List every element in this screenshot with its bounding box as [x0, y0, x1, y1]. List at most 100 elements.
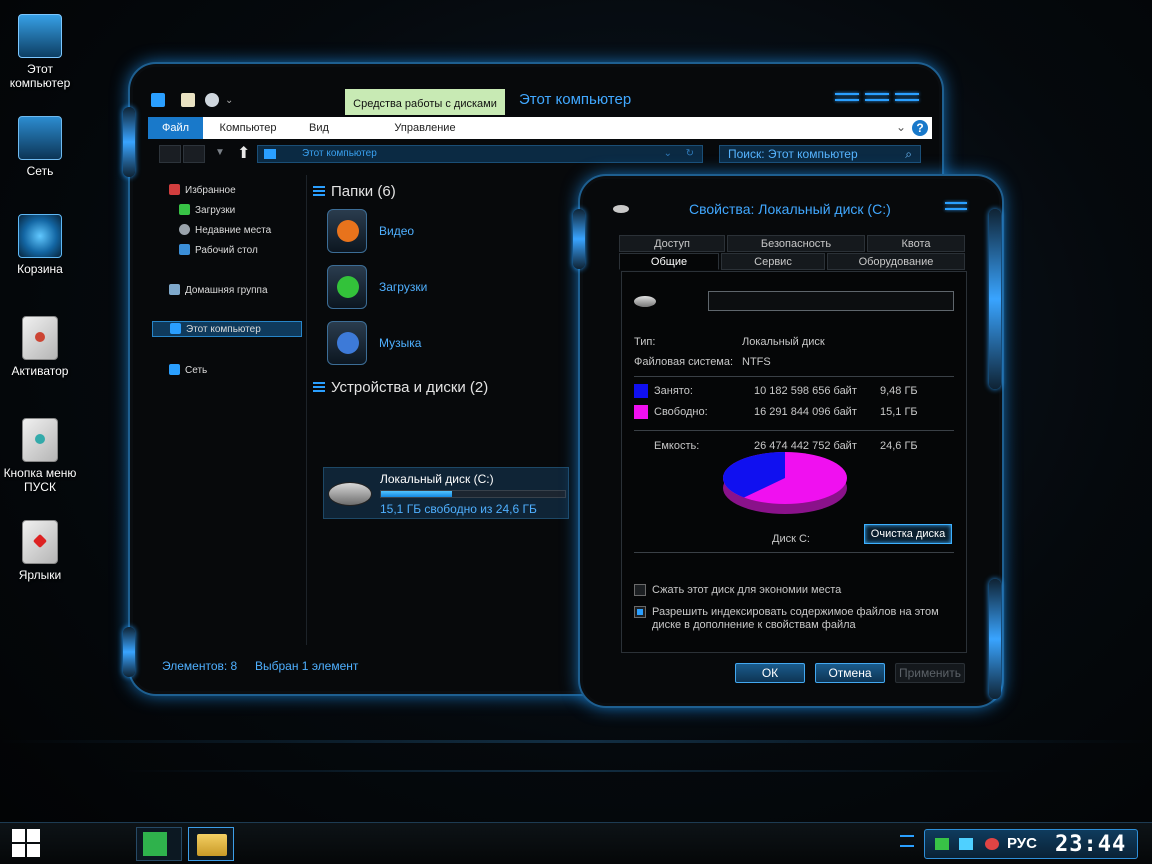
frame-decoration — [989, 209, 1001, 389]
group-header-folders[interactable]: Папки (6) — [313, 183, 396, 200]
status-item-count: Элементов: 8 — [162, 659, 238, 673]
desktop-icon-label: Этот компьютер — [9, 62, 71, 90]
network-icon[interactable] — [959, 838, 973, 850]
chevron-down-icon[interactable]: ⌄ — [896, 120, 906, 134]
tab-view[interactable]: Вид — [294, 117, 344, 139]
language-indicator[interactable]: РУС — [1007, 835, 1037, 852]
folder-label: Музыка — [379, 336, 422, 350]
tab-quota[interactable]: Квота — [867, 235, 965, 252]
address-bar[interactable]: Этот компьютер ⌄ ↻ — [257, 145, 703, 163]
chevron-down-icon[interactable]: ▼ — [215, 147, 225, 158]
desktop-icon-start-button[interactable]: Кнопка меню ПУСК — [2, 418, 78, 494]
nav-label: Сеть — [185, 365, 208, 376]
folder-item[interactable]: Музыка — [327, 321, 567, 369]
tab-hardware[interactable]: Оборудование — [827, 253, 965, 270]
folder-badge — [337, 276, 359, 298]
drive-item[interactable]: Локальный диск (C:) 15,1 ГБ свободно из … — [323, 467, 569, 519]
group-header-devices[interactable]: Устройства и диски (2) — [313, 379, 488, 396]
maximize-button[interactable] — [863, 89, 891, 105]
folder-item[interactable]: Загрузки — [327, 265, 567, 313]
taskbar-file-explorer[interactable] — [188, 827, 234, 861]
back-button[interactable] — [159, 145, 181, 163]
minimize-button[interactable] — [833, 89, 861, 105]
up-arrow-icon[interactable]: ⬆ — [237, 143, 250, 163]
downloads-folder-icon — [327, 265, 367, 309]
nav-label: Рабочий стол — [195, 245, 258, 256]
nav-item-homegroup[interactable]: Домашняя группа — [169, 283, 268, 299]
window-title: Этот компьютер — [519, 91, 632, 108]
windows-logo-icon — [27, 829, 40, 842]
document-icon — [22, 316, 58, 360]
tab-general[interactable]: Общие — [619, 253, 719, 270]
nav-item-network[interactable]: Сеть — [169, 363, 207, 379]
collapse-icon — [313, 382, 325, 392]
refresh-icon[interactable]: ↻ — [686, 146, 694, 162]
used-label: Занято: — [654, 385, 693, 397]
drive-icon[interactable] — [151, 93, 165, 107]
disk-cleanup-button[interactable]: Очистка диска — [864, 524, 952, 544]
cancel-button[interactable]: Отмена — [815, 663, 885, 683]
drive-usage-fill — [381, 491, 452, 497]
close-button[interactable] — [943, 199, 969, 213]
compress-checkbox[interactable] — [634, 584, 646, 596]
desktop-icon-recycle-bin[interactable]: Корзина — [2, 214, 78, 276]
desktop-icon-label: Активатор — [11, 364, 69, 378]
filesystem-label: Файловая система: — [634, 356, 734, 368]
disk-label: Диск C: — [772, 533, 810, 545]
hard-drive-icon — [328, 482, 372, 506]
folder-label: Загрузки — [379, 280, 428, 294]
nav-item-downloads[interactable]: Загрузки — [179, 203, 235, 219]
search-icon[interactable]: ⌕ — [905, 146, 912, 162]
desktop-icon-this-pc[interactable]: Этот компьютер — [2, 14, 78, 90]
chevron-down-icon[interactable]: ⌄ — [225, 95, 239, 109]
tab-security[interactable]: Безопасность — [727, 235, 865, 252]
properties-icon[interactable] — [181, 93, 195, 107]
help-button[interactable]: ? — [912, 120, 928, 136]
gear-icon[interactable] — [205, 93, 219, 107]
desktop-icon-activator[interactable]: Активатор — [2, 316, 78, 378]
general-tab-panel: Тип: Локальный диск Файловая система: NT… — [621, 271, 967, 653]
background-decoration — [0, 740, 1152, 743]
clock[interactable]: 23:44 — [1055, 832, 1126, 857]
folder-item[interactable]: Видео — [327, 209, 567, 257]
taskbar-store[interactable] — [136, 827, 182, 861]
nav-item-recent[interactable]: Недавние места — [179, 223, 271, 239]
start-button[interactable] — [12, 829, 40, 857]
desktop-icon-network[interactable]: Сеть — [2, 116, 78, 178]
ribbon: Файл Компьютер Вид Управление ⌄ ? — [148, 117, 932, 139]
windows-logo-icon — [12, 829, 25, 842]
forward-button[interactable] — [183, 145, 205, 163]
taskbar: РУС 23:44 — [0, 822, 1152, 864]
close-button[interactable] — [893, 89, 921, 105]
drive-name-field[interactable] — [708, 291, 954, 311]
nav-item-desktop[interactable]: Рабочий стол — [179, 243, 258, 259]
group-header-label: Папки (6) — [331, 183, 396, 200]
used-gb: 9,48 ГБ — [880, 385, 918, 397]
show-hidden-icons-button[interactable] — [900, 835, 914, 847]
tab-access[interactable]: Доступ — [619, 235, 725, 252]
tab-manage[interactable]: Управление — [345, 117, 505, 139]
index-checkbox[interactable] — [634, 606, 646, 618]
status-selection: Выбран 1 элемент — [255, 659, 359, 673]
divider — [634, 430, 954, 431]
tab-computer[interactable]: Компьютер — [206, 117, 290, 139]
tab-tools[interactable]: Сервис — [721, 253, 825, 270]
frame-decoration — [123, 627, 135, 677]
properties-dialog: Свойства: Локальный диск (C:) Доступ Без… — [573, 176, 1002, 706]
flag-icon[interactable] — [935, 838, 949, 850]
tab-file[interactable]: Файл — [148, 117, 203, 139]
music-folder-icon — [327, 321, 367, 365]
apply-button[interactable]: Применить — [895, 663, 965, 683]
desktop-icon-shortcuts[interactable]: Ярлыки — [2, 520, 78, 582]
tab-row-front: Общие Сервис Оборудование — [619, 253, 965, 270]
search-input[interactable]: Поиск: Этот компьютер ⌕ — [719, 145, 921, 163]
free-space-swatch — [634, 405, 648, 419]
hard-drive-icon — [634, 296, 656, 307]
volume-icon[interactable] — [985, 838, 999, 850]
disk-usage-pie — [720, 448, 850, 518]
ok-button[interactable]: ОК — [735, 663, 805, 683]
chevron-down-icon[interactable]: ⌄ — [664, 146, 672, 162]
nav-item-favorites[interactable]: Избранное — [169, 183, 236, 199]
download-icon — [179, 204, 190, 215]
nav-item-this-pc[interactable]: Этот компьютер — [152, 321, 302, 337]
